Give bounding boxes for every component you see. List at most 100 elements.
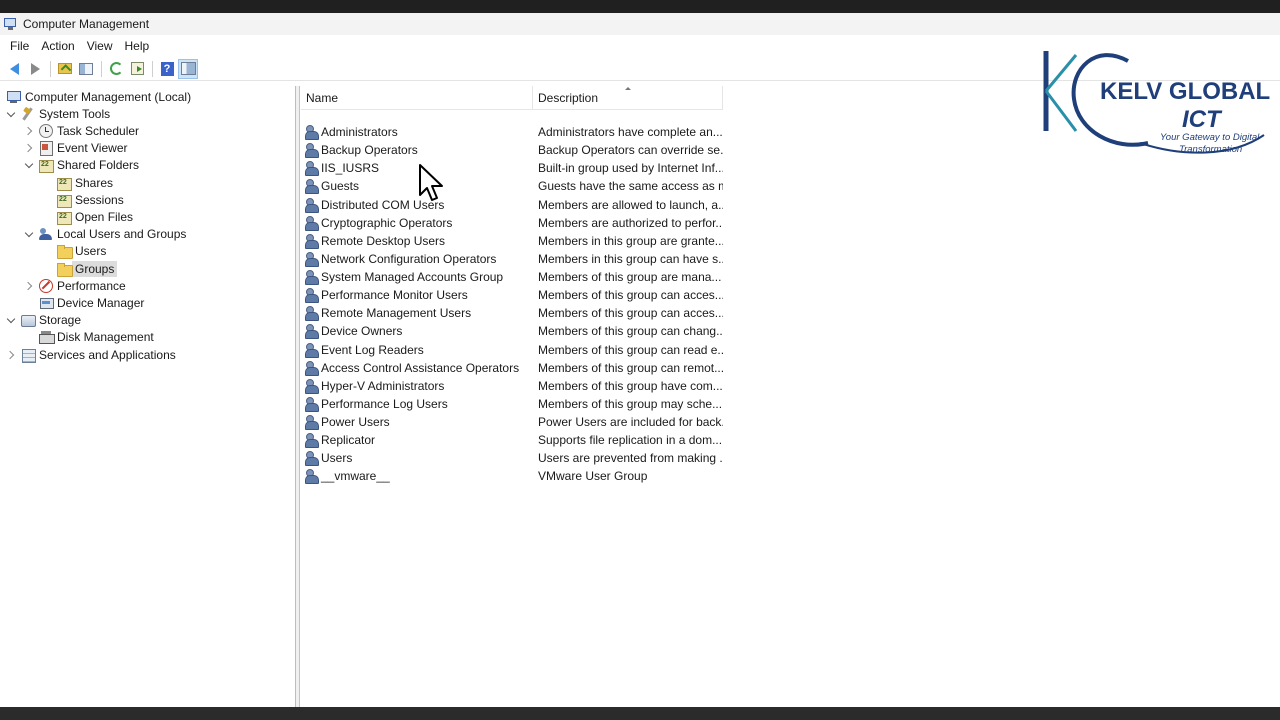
logo-sub-text: ICT (1182, 106, 1223, 133)
group-description: Built-in group used by Internet Inf... (538, 161, 723, 176)
shared-icon (39, 158, 54, 174)
column-header-description[interactable]: Description (538, 91, 598, 105)
group-row[interactable]: Users Users are prevented from making ... (301, 449, 723, 467)
group-icon (305, 378, 319, 394)
group-row[interactable]: Network Configuration Operators Members i… (301, 250, 723, 268)
logo-tagline-2: Transformation (1179, 144, 1242, 155)
tree-item-system-tools[interactable]: System Tools (7, 105, 110, 122)
group-row[interactable]: Backup Operators Backup Operators can ove… (301, 141, 723, 159)
tree-item-disk-management[interactable]: Disk Management (25, 329, 154, 346)
group-row[interactable]: Remote Management Users Members of this g… (301, 304, 723, 322)
group-row[interactable]: Performance Log Users Members of this gro… (301, 395, 723, 413)
column-header-name[interactable]: Name (306, 91, 338, 105)
collapse-chevron-icon[interactable] (25, 160, 35, 170)
group-description: Members in this group are grante... (538, 233, 723, 248)
top-screen-strip (0, 0, 1280, 13)
expand-chevron-icon[interactable] (25, 281, 35, 291)
tree-item-label: Performance (57, 278, 126, 293)
menu-view[interactable]: View (81, 39, 119, 53)
group-name: System Managed Accounts Group (321, 270, 504, 285)
expand-chevron-icon[interactable] (25, 126, 35, 136)
tree-item-storage[interactable]: Storage (7, 312, 81, 329)
group-description: Administrators have complete an... (538, 125, 723, 139)
group-row[interactable]: Access Control Assistance Operators Membe… (301, 359, 723, 377)
group-description: Members are allowed to launch, a... (538, 197, 723, 212)
group-row[interactable]: Distributed COM Users Members are allowed… (301, 196, 723, 214)
tree-item-performance[interactable]: Performance (25, 277, 126, 294)
tree-item-label: System Tools (39, 106, 111, 121)
group-row[interactable]: Remote Desktop Users Members in this grou… (301, 232, 723, 250)
group-name: Access Control Assistance Operators (321, 360, 520, 375)
group-row[interactable]: Guests Guests have the same access as m..… (301, 177, 723, 195)
group-icon (305, 125, 319, 140)
group-row[interactable]: __vmware__ VMware User Group (301, 467, 723, 485)
group-description: Members of this group can read e... (538, 342, 723, 357)
group-row[interactable]: IIS_IUSRS Built-in group used by Internet… (301, 159, 723, 177)
tree-item-local-users-and-groups[interactable]: Local Users and Groups (25, 226, 186, 243)
menu-help[interactable]: Help (119, 39, 156, 53)
tree-item-task-scheduler[interactable]: Task Scheduler (25, 122, 139, 139)
group-row[interactable]: Replicator Supports file replication in a… (301, 431, 723, 449)
column-divider[interactable] (722, 86, 723, 110)
show-hide-tree-button[interactable] (76, 59, 96, 79)
group-description: Users are prevented from making ... (538, 451, 723, 466)
device-icon (39, 296, 54, 310)
back-button[interactable] (4, 59, 24, 79)
collapse-chevron-icon[interactable] (7, 109, 17, 119)
column-divider[interactable] (532, 86, 533, 110)
group-row[interactable]: Hyper-V Administrators Members of this gr… (301, 377, 723, 395)
refresh-icon (109, 62, 123, 75)
group-description: Members of this group can remot... (538, 360, 723, 375)
menu-action[interactable]: Action (35, 39, 80, 53)
group-row[interactable]: Event Log Readers Members of this group c… (301, 341, 723, 359)
group-description: Members of this group can acces... (538, 306, 723, 321)
tree-item-computer-management-local[interactable]: Computer Management (Local) (7, 88, 191, 105)
pane-splitter[interactable] (296, 86, 300, 707)
tree-item-open-files[interactable]: Open Files (43, 208, 133, 225)
group-name: Power Users (321, 415, 390, 430)
refresh-button[interactable] (106, 59, 126, 79)
help-icon: ? (160, 61, 174, 76)
clock-icon (39, 123, 53, 138)
up-one-level-button[interactable] (55, 59, 75, 79)
storage-icon (21, 313, 36, 328)
tree-item-sessions[interactable]: Sessions (43, 191, 124, 208)
group-icon (305, 270, 319, 286)
tree-item-label: Disk Management (57, 330, 154, 345)
tree-item-groups[interactable]: Groups (43, 260, 118, 277)
group-row[interactable]: Cryptographic Operators Members are autho… (301, 214, 723, 232)
group-row[interactable]: Administrators Administrators have comple… (301, 123, 723, 141)
console-tree: Computer Management (Local) System Tools T… (0, 86, 296, 707)
tree-item-label: Device Manager (57, 295, 145, 310)
menu-file[interactable]: File (4, 39, 35, 53)
group-name: Administrators (321, 125, 398, 139)
tree-item-services-and-applications[interactable]: Services and Applications (7, 346, 176, 363)
tree-item-label: Local Users and Groups (57, 227, 187, 242)
group-icon (305, 233, 319, 249)
collapse-chevron-icon[interactable] (7, 315, 17, 325)
tree-item-device-manager[interactable]: Device Manager (25, 294, 144, 311)
help-button[interactable]: ? (157, 59, 177, 79)
tree-item-users[interactable]: Users (43, 243, 106, 260)
tree-item-shared-folders[interactable]: Shared Folders (25, 157, 139, 174)
tree-item-label: Users (75, 244, 107, 259)
export-list-icon (130, 62, 144, 75)
expand-chevron-icon[interactable] (25, 143, 35, 153)
tree-item-event-viewer[interactable]: Event Viewer (25, 140, 127, 157)
forward-button[interactable] (25, 59, 45, 79)
group-icon (305, 433, 319, 449)
group-name: Remote Desktop Users (321, 233, 446, 248)
sort-indicator-icon (625, 87, 631, 90)
group-row[interactable]: Performance Monitor Users Members of this… (301, 286, 723, 304)
group-row[interactable]: Power Users Power Users are included for … (301, 413, 723, 431)
group-row[interactable]: Device Owners Members of this group can c… (301, 322, 723, 340)
group-icon (305, 197, 319, 213)
show-hide-action-pane-button[interactable] (178, 58, 198, 79)
group-icon (305, 342, 319, 358)
expand-chevron-icon[interactable] (7, 350, 17, 360)
group-row[interactable]: System Managed Accounts Group Members of … (301, 268, 723, 286)
collapse-chevron-icon[interactable] (25, 229, 35, 239)
export-list-button[interactable] (127, 59, 147, 79)
tree-item-shares[interactable]: Shares (43, 174, 113, 191)
group-icon (305, 143, 319, 159)
